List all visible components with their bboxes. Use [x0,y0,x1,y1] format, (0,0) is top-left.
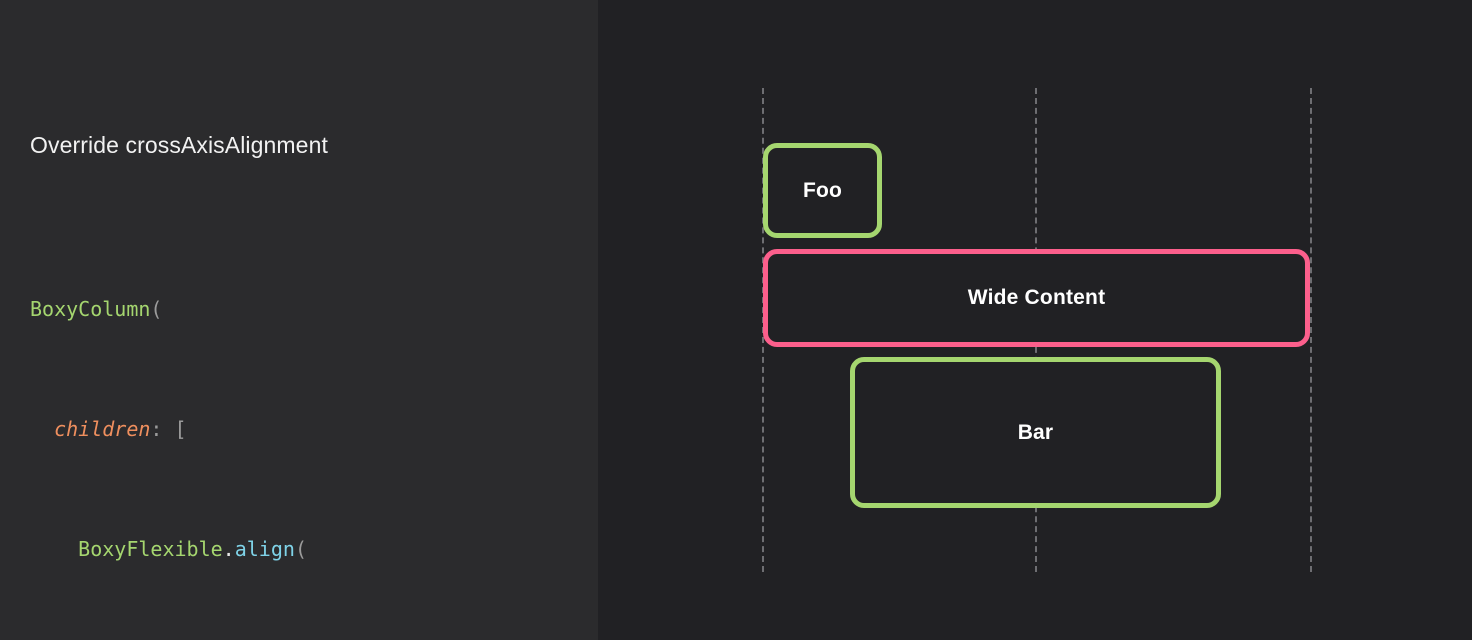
token-punct: ( [150,297,163,321]
box-bar-label: Bar [1017,420,1054,444]
token-bracket: [ [162,417,187,441]
guide-line-right [1310,88,1312,572]
token-type: BoxyFlexible [78,537,223,561]
box-foo: Foo [763,143,882,238]
token-dot: . [222,537,235,561]
token-punct: ( [294,537,307,561]
box-wide-content: Wide Content [763,249,1310,347]
page-title: Override crossAxisAlignment [30,132,328,158]
code-block: BoxyColumn( children: [ BoxyFlexible.ali… [30,204,427,640]
token-type: BoxyColumn [30,297,151,321]
box-foo-label: Foo [802,178,843,202]
token-colon: : [150,417,163,441]
slide-root: Override crossAxisAlignment BoxyColumn( … [0,0,1472,640]
code-panel: Override crossAxisAlignment BoxyColumn( … [0,0,598,640]
box-bar: Bar [850,357,1221,508]
code-line-3: BoxyFlexible.align( [30,534,427,564]
box-wide-content-label: Wide Content [967,286,1106,309]
code-line-2: children: [ [30,414,427,444]
code-line-1: BoxyColumn( [30,294,427,324]
token-param: children [54,417,151,441]
token-method: align [234,537,295,561]
